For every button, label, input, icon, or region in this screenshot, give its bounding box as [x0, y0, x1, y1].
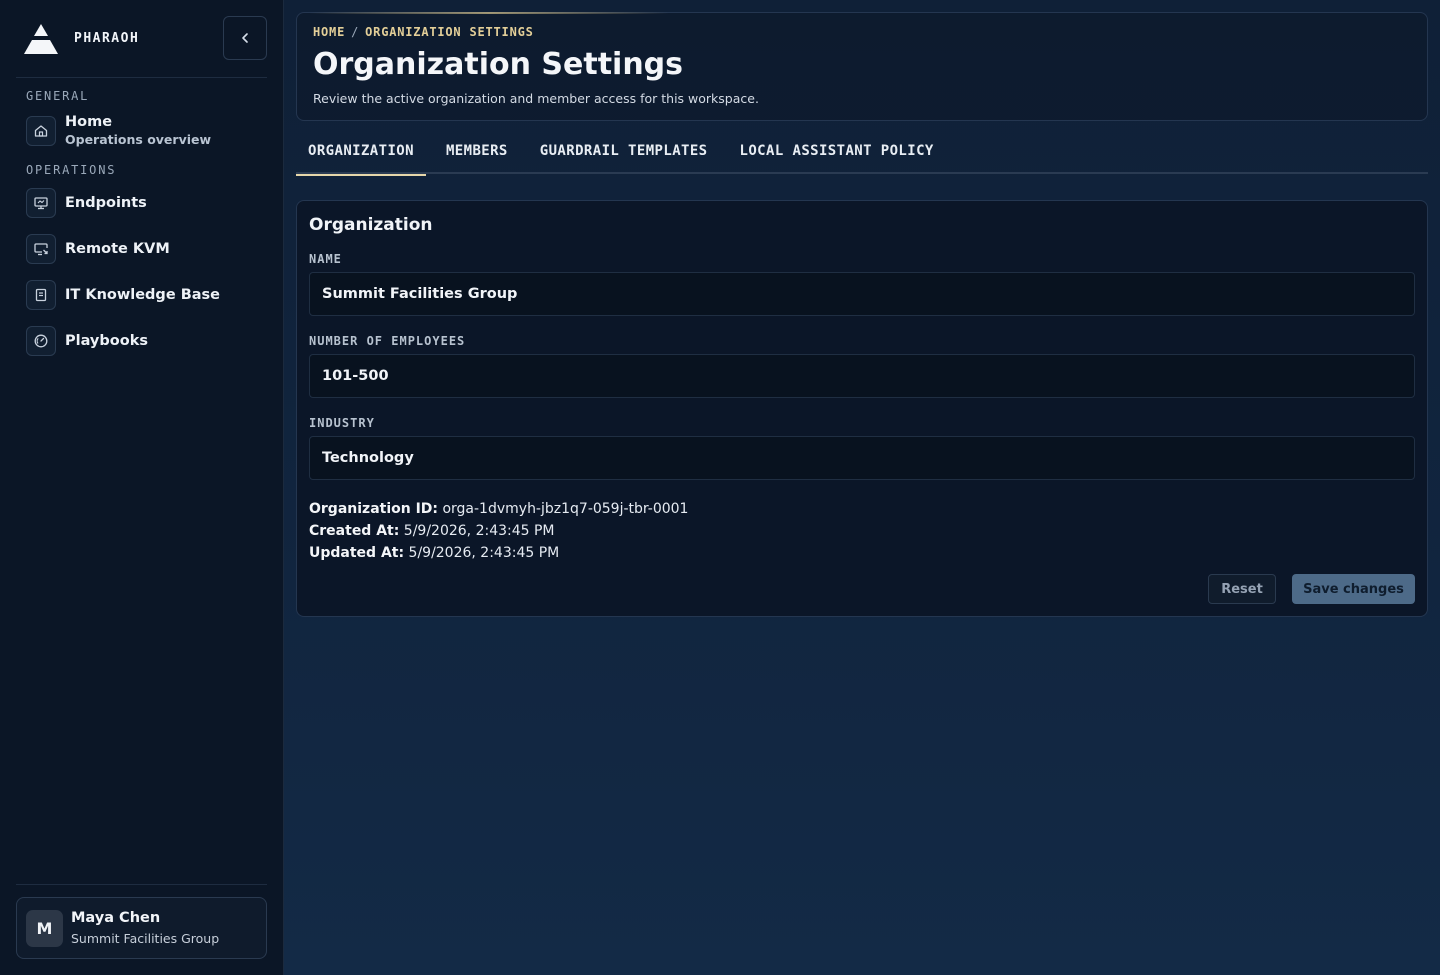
- sidebar: PHARAOH GENERAL Home Operations overview…: [0, 0, 284, 975]
- sidebar-item-it-knowledge-base[interactable]: IT Knowledge Base: [16, 280, 267, 310]
- user-divider: [16, 884, 267, 885]
- save-changes-button[interactable]: Save changes: [1292, 574, 1415, 604]
- book-icon: [26, 280, 56, 310]
- brand-name: PHARAOH: [74, 31, 140, 46]
- page-title: Organization Settings: [313, 47, 684, 82]
- user-organization: Summit Facilities Group: [71, 931, 220, 946]
- tab-members[interactable]: MEMBERS: [434, 131, 520, 174]
- section-label-operations: OPERATIONS: [26, 163, 117, 177]
- sidebar-item-label: IT Knowledge Base: [65, 287, 220, 303]
- breadcrumb-current: ORGANIZATION SETTINGS: [365, 25, 534, 39]
- industry-input[interactable]: [309, 436, 1415, 480]
- industry-label: INDUSTRY: [309, 416, 375, 430]
- organization-card: Organization NAME NUMBER OF EMPLOYEES IN…: [296, 200, 1428, 617]
- updated-at-label: Updated At:: [309, 545, 405, 561]
- breadcrumb-home[interactable]: HOME: [313, 25, 345, 39]
- employees-label: NUMBER OF EMPLOYEES: [309, 334, 466, 348]
- tab-guardrail-templates[interactable]: GUARDRAIL TEMPLATES: [528, 131, 720, 174]
- page-header: HOME / ORGANIZATION SETTINGS Organization …: [296, 12, 1428, 121]
- organization-id-label: Organization ID:: [309, 501, 439, 517]
- home-icon: [26, 115, 56, 146]
- organization-id-value: orga-1dvmyh-jbz1q7-059j-tbr-0001: [442, 501, 689, 517]
- user-name: Maya Chen: [71, 910, 161, 926]
- chevron-left-icon: [242, 33, 248, 43]
- name-label: NAME: [309, 252, 342, 266]
- brand-header: PHARAOH: [16, 0, 267, 78]
- sidebar-item-remote-kvm[interactable]: Remote KVM: [16, 234, 267, 264]
- sidebar-item-home[interactable]: Home Operations overview: [16, 114, 267, 147]
- sidebar-item-subtitle: Operations overview: [65, 132, 212, 147]
- reset-button[interactable]: Reset: [1208, 574, 1276, 604]
- tab-local-assistant-policy[interactable]: LOCAL ASSISTANT POLICY: [728, 131, 946, 174]
- monitor-icon: [26, 188, 56, 218]
- created-at-label: Created At:: [309, 523, 400, 539]
- remote-screen-icon: [26, 234, 56, 264]
- updated-at-value: 5/9/2026, 2:43:45 PM: [408, 545, 560, 561]
- organization-id: Organization ID: orga-1dvmyh-jbz1q7-059j…: [309, 501, 1415, 517]
- number-of-employees-input[interactable]: [309, 354, 1415, 398]
- pyramid-logo-icon: [23, 23, 59, 55]
- section-label-general: GENERAL: [26, 89, 90, 103]
- card-title: Organization: [309, 215, 433, 235]
- sidebar-item-label: Home: [65, 114, 113, 130]
- collapse-sidebar-button[interactable]: [223, 16, 267, 60]
- sidebar-item-playbooks[interactable]: Playbooks: [16, 326, 267, 356]
- gauge-icon: [26, 326, 56, 356]
- user-profile-card[interactable]: M Maya Chen Summit Facilities Group: [16, 897, 267, 959]
- page-description: Review the active organization and membe…: [313, 91, 759, 106]
- breadcrumb-separator: /: [351, 25, 360, 39]
- settings-tabs: ORGANIZATION MEMBERS GUARDRAIL TEMPLATES…: [296, 131, 1428, 176]
- avatar: M: [26, 909, 63, 947]
- created-at: Created At: 5/9/2026, 2:43:45 PM: [309, 523, 1415, 539]
- sidebar-item-label: Playbooks: [65, 333, 148, 349]
- app-root: PHARAOH GENERAL Home Operations overview…: [0, 0, 1440, 975]
- sidebar-item-endpoints[interactable]: Endpoints: [16, 188, 267, 218]
- organization-name-input[interactable]: [309, 272, 1415, 316]
- updated-at: Updated At: 5/9/2026, 2:43:45 PM: [309, 545, 1415, 561]
- created-at-value: 5/9/2026, 2:43:45 PM: [403, 523, 555, 539]
- tab-organization[interactable]: ORGANIZATION: [296, 131, 426, 176]
- sidebar-item-label: Endpoints: [65, 195, 147, 211]
- sidebar-item-label: Remote KVM: [65, 241, 170, 257]
- breadcrumb: HOME / ORGANIZATION SETTINGS: [313, 25, 1411, 39]
- main-content: HOME / ORGANIZATION SETTINGS Organization …: [284, 0, 1440, 975]
